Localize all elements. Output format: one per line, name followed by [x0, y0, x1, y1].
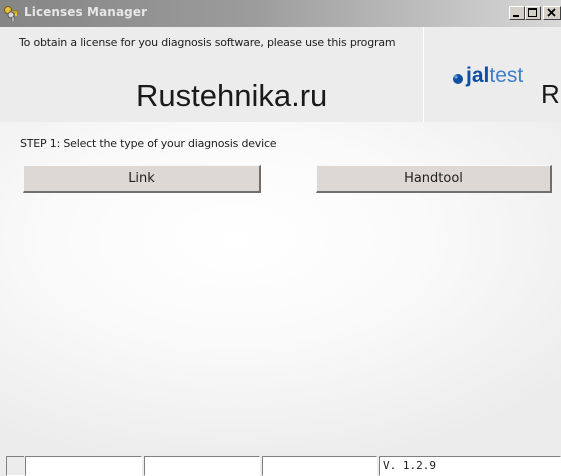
- keys-icon: [4, 6, 19, 22]
- status-cell-1: [25, 456, 142, 476]
- close-icon: [547, 8, 556, 17]
- maximize-button[interactable]: [525, 6, 541, 20]
- maximize-icon: [528, 8, 537, 17]
- close-button[interactable]: [543, 6, 561, 20]
- minimize-button[interactable]: [509, 6, 525, 20]
- window-title: Licenses Manager: [24, 5, 148, 19]
- status-grip: [6, 456, 24, 476]
- handtool-button[interactable]: Handtool: [316, 165, 552, 193]
- step-label: STEP 1: Select the type of your diagnosi…: [20, 137, 277, 150]
- watermark-text: Rustehnika.ru: [136, 78, 328, 113]
- logo-thin-text: test: [489, 64, 524, 87]
- status-bar: V. 1.2.9: [0, 453, 561, 476]
- header-divider: [423, 27, 424, 122]
- minimize-icon: [513, 15, 519, 17]
- status-cell-2: [144, 456, 260, 476]
- status-cell-3: [262, 456, 377, 476]
- intro-text: To obtain a license for you diagnosis so…: [19, 36, 396, 49]
- link-button[interactable]: Link: [23, 165, 261, 193]
- title-bar[interactable]: Licenses Manager: [0, 0, 561, 27]
- logo-extra-text: R: [541, 79, 560, 109]
- jaltest-logo: jaltest: [466, 63, 523, 89]
- logo-bold-text: jal: [466, 64, 490, 87]
- logo-dot-icon: [453, 74, 463, 84]
- version-label: V. 1.2.9: [379, 456, 561, 476]
